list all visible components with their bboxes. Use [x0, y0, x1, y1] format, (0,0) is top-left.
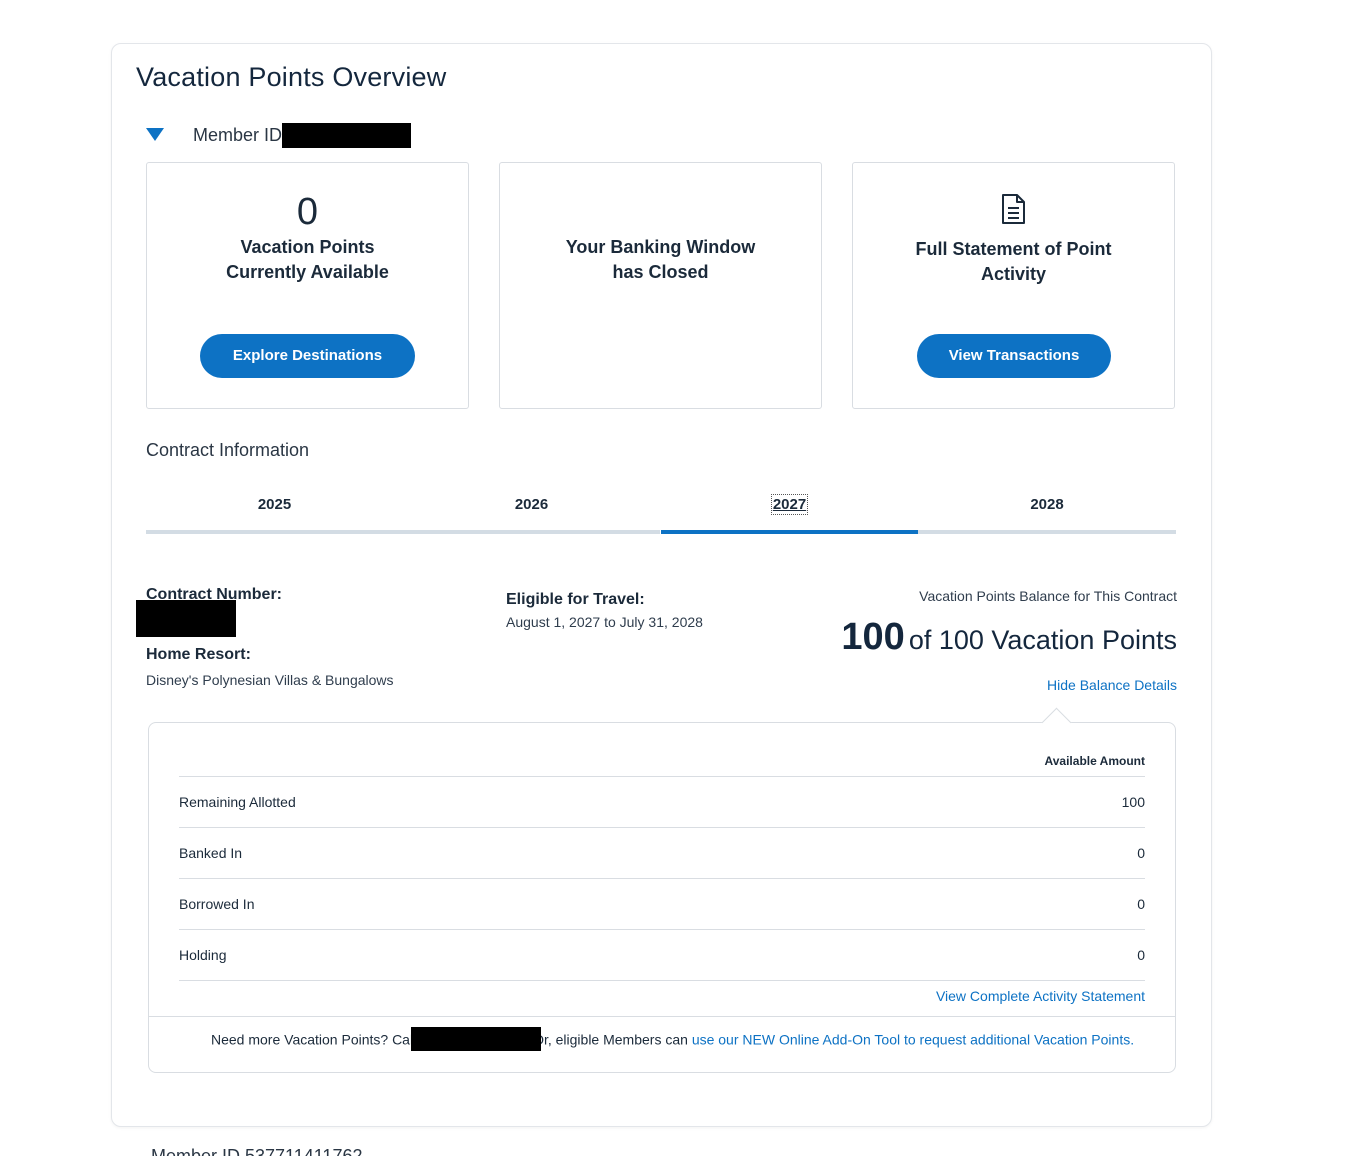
rows-divider	[179, 980, 1145, 981]
triangle-down-icon[interactable]	[146, 128, 164, 142]
balance-caption: Vacation Points Balance for This Contrac…	[919, 588, 1177, 604]
footer-middle: Or, eligible Members can	[533, 1031, 692, 1048]
home-resort-label: Home Resort:	[146, 646, 251, 663]
year-tabs: 2025 2026 2027 2028	[146, 484, 1176, 534]
caption-line-1: Your Banking Window	[565, 237, 756, 257]
available-amount-header: Available Amount	[1044, 754, 1145, 768]
balance-number: 100	[841, 616, 905, 658]
caption-line-1: Vacation Points	[240, 237, 375, 257]
panel-caret	[1041, 707, 1072, 738]
table-row: Borrowed In 0	[179, 878, 1145, 929]
tab-label: 2025	[257, 496, 292, 513]
home-resort-value: Disney's Polynesian Villas & Bungalows	[146, 672, 394, 688]
points-available-tile: 0 Vacation Points Currently Available Ex…	[146, 162, 469, 409]
balance-total: of 100 Vacation Points	[908, 625, 1177, 655]
balance-rows: Remaining Allotted 100 Banked In 0 Borro…	[179, 776, 1145, 981]
row-name: Banked In	[179, 845, 243, 861]
row-name: Holding	[179, 947, 227, 963]
member-id-redaction	[282, 123, 411, 148]
table-row: Holding 0	[179, 929, 1145, 980]
full-statement-caption: Full Statement of Point Activity	[853, 237, 1174, 287]
tab-label: 2026	[514, 496, 549, 513]
tab-2027[interactable]: 2027	[661, 484, 918, 534]
view-activity-statement-link[interactable]: View Complete Activity Statement	[936, 988, 1145, 1004]
document-icon	[1002, 194, 1025, 224]
tab-2025[interactable]: 2025	[146, 484, 403, 534]
banking-window-caption: Your Banking Window has Closed	[500, 235, 821, 285]
row-name: Borrowed In	[179, 896, 255, 912]
eligible-for-travel-label: Eligible for Travel:	[506, 591, 645, 608]
eligible-for-travel-value: August 1, 2027 to July 31, 2028	[506, 614, 703, 630]
table-row: Remaining Allotted 100	[179, 776, 1145, 827]
tab-label: 2027	[770, 494, 809, 515]
caption-line-1: Full Statement of Point	[915, 239, 1112, 259]
footer-prefix: Need more Vacation Points? Cal	[211, 1031, 414, 1048]
balance-details-panel: Available Amount Remaining Allotted 100 …	[148, 707, 1176, 1073]
vacation-points-card: Vacation Points Overview Member ID 0 Vac…	[111, 43, 1212, 1127]
footer-divider	[149, 1016, 1175, 1017]
caption-line-2: has Closed	[612, 262, 709, 282]
view-transactions-button[interactable]: View Transactions	[917, 334, 1111, 378]
add-on-tool-link[interactable]: use our NEW Online Add-On Tool to reques…	[692, 1032, 1134, 1048]
add-points-message: Need more Vacation Points? Cal Or, eligib…	[211, 1027, 1134, 1053]
caption-line-2: Activity	[980, 264, 1047, 284]
balance-summary: 100 of 100 Vacation Points	[841, 616, 1177, 659]
tab-label: 2028	[1030, 496, 1064, 513]
banking-window-tile: Your Banking Window has Closed	[499, 162, 822, 409]
tab-2026[interactable]: 2026	[403, 484, 660, 534]
full-statement-tile: Full Statement of Point Activity View Tr…	[852, 162, 1175, 409]
row-amount: 0	[1137, 947, 1145, 963]
member-id-text: Member ID	[193, 125, 283, 145]
next-member-id-label[interactable]: Member ID 537711411762	[151, 1146, 362, 1156]
row-name: Remaining Allotted	[179, 794, 296, 810]
points-available-caption: Vacation Points Currently Available	[147, 235, 468, 285]
tab-2028[interactable]: 2028	[918, 484, 1176, 534]
row-amount: 100	[1121, 794, 1145, 810]
row-amount: 0	[1137, 896, 1145, 912]
hide-balance-details-link[interactable]: Hide Balance Details	[1047, 677, 1177, 693]
explore-destinations-button[interactable]: Explore Destinations	[200, 334, 415, 378]
points-available-value: 0	[296, 191, 319, 233]
caption-line-2: Currently Available	[226, 262, 389, 282]
member-id-label[interactable]: Member ID	[193, 125, 282, 146]
contract-information-heading: Contract Information	[146, 440, 310, 460]
row-amount: 0	[1137, 845, 1145, 861]
phone-redaction	[411, 1027, 542, 1051]
page-title: Vacation Points Overview	[136, 62, 447, 92]
contract-number-redaction	[136, 600, 236, 637]
table-row: Banked In 0	[179, 827, 1145, 878]
